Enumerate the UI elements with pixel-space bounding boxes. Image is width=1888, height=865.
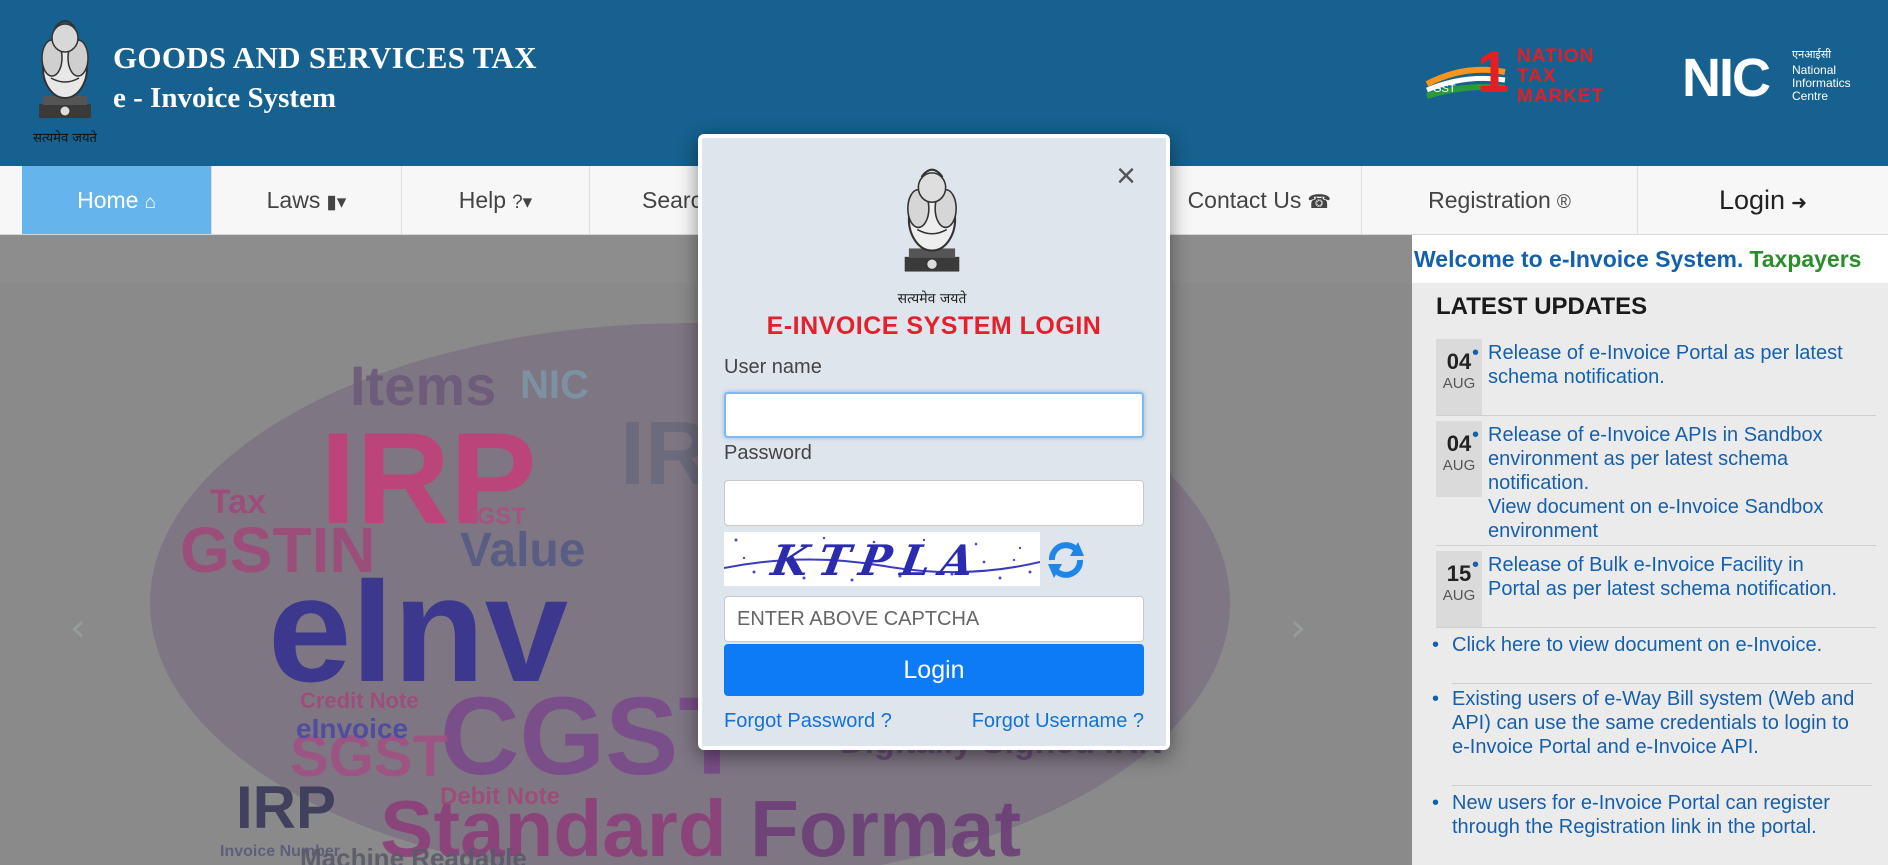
ontm-line1: NATION: [1517, 46, 1594, 67]
cloud-word-tax: Tax: [210, 483, 267, 521]
update-link[interactable]: Release of e-Invoice Portal as per lates…: [1488, 342, 1843, 388]
forgot-password-link[interactable]: Forgot Password ?: [724, 710, 892, 733]
carousel-prev-icon[interactable]: ‹: [70, 605, 86, 651]
ontm-badge: GST: [1433, 83, 1456, 95]
bullet-icon: •: [1472, 342, 1480, 364]
nav-home-label: Home: [77, 187, 139, 213]
login-title: E-INVOICE SYSTEM LOGIN: [766, 312, 1102, 340]
login-modal: × सत्यमेव जयते E-INVOICE SYSTEM LOGIN Us…: [698, 134, 1170, 750]
captcha-input[interactable]: [724, 596, 1144, 642]
update-link[interactable]: Release of Bulk e-Invoice Facility in Po…: [1488, 554, 1837, 600]
ashoka-emblem-icon: [39, 20, 91, 118]
question-dropdown-icon: ?▾: [512, 192, 533, 213]
update-month: AUG: [1442, 375, 1476, 392]
cloud-word-nic: NIC: [520, 363, 589, 407]
emblem-motto: सत्यमेव जयते: [33, 131, 97, 146]
cloud-word-einvoice: eInvoice: [296, 713, 409, 744]
nav-registration-label: Registration: [1428, 187, 1551, 213]
cloud-word-irp-2: IRP: [236, 774, 337, 841]
cloud-word-debit-note: Debit Note: [440, 783, 560, 810]
update-item: 15 AUG • Release of Bulk e-Invoice Facili…: [1436, 547, 1876, 628]
nic-line3: Centre: [1792, 89, 1828, 103]
username-label: User name: [724, 356, 822, 378]
update-item: 04 AUG • Release of e-Invoice Portal as p…: [1436, 335, 1876, 416]
ontm-line3: MARKET: [1517, 86, 1604, 107]
bullet-icon: •: [1472, 424, 1480, 446]
nav-login-label: Login: [1719, 185, 1786, 215]
cloud-word-machine-readable: Machine Readable: [300, 843, 527, 865]
nic-line1: National: [1792, 63, 1836, 77]
update-list-item[interactable]: • New users for e-Invoice Portal can regi…: [1432, 791, 1872, 865]
nav-help[interactable]: Help ?▾: [402, 166, 590, 234]
nav-login[interactable]: Login ➜: [1638, 166, 1888, 234]
nav-registration[interactable]: Registration ®: [1362, 166, 1638, 234]
cloud-word-format: Format: [750, 784, 1022, 865]
latest-updates-title: LATEST UPDATES: [1436, 293, 1648, 320]
update-month: AUG: [1442, 457, 1476, 474]
forgot-username-link[interactable]: Forgot Username ?: [972, 710, 1144, 733]
password-label: Password: [724, 442, 812, 464]
cloud-word-gstin: GSTIN: [180, 514, 376, 586]
nav-laws[interactable]: Laws ▮▾: [212, 166, 402, 234]
site-title: GOODS AND SERVICES TAX: [113, 40, 537, 75]
cloud-word-value: Value: [460, 524, 586, 577]
cloud-word-credit-note: Credit Note: [300, 688, 419, 713]
home-icon: ⌂: [144, 192, 156, 213]
registered-icon: ®: [1556, 192, 1571, 213]
nav-laws-label: Laws: [266, 187, 321, 213]
modal-emblem: सत्यमेव जयते: [872, 152, 992, 308]
update-text[interactable]: • Release of Bulk e-Invoice Facility in P…: [1472, 553, 1848, 601]
bullet-icon: •: [1432, 688, 1440, 710]
bullet-icon: •: [1472, 554, 1480, 576]
close-icon[interactable]: ×: [1110, 159, 1142, 193]
update-list-link[interactable]: New users for e-Invoice Portal can regis…: [1452, 792, 1830, 838]
modal-motto: सत्यमेव जयते: [897, 291, 967, 307]
bullet-icon: •: [1432, 634, 1440, 656]
phone-icon: ☎: [1307, 192, 1331, 213]
nic-line2: Informatics: [1792, 76, 1851, 90]
nav-contact-label: Contact Us: [1187, 187, 1302, 213]
cloud-word-items: Items: [350, 354, 497, 417]
refresh-captcha-icon[interactable]: [1044, 538, 1088, 582]
news-ticker: Welcome to e-Invoice System. Taxpayers: [1412, 235, 1888, 283]
login-button[interactable]: Login: [724, 644, 1144, 696]
ontm-line2: TAX: [1517, 66, 1557, 87]
update-list-item[interactable]: • Existing users of e-Way Bill system (We…: [1432, 687, 1872, 786]
update-link[interactable]: Release of e-Invoice APIs in Sandbox env…: [1488, 424, 1823, 494]
ticker-text-2: Taxpayers: [1749, 246, 1862, 272]
ashoka-emblem-icon: [904, 168, 960, 272]
captcha-text: KTPLA: [767, 536, 988, 585]
update-list-link[interactable]: Existing users of e-Way Bill system (Web…: [1452, 688, 1854, 758]
ticker-text-1: Welcome to e-Invoice System.: [1414, 246, 1744, 272]
nic-mark: NIC: [1682, 48, 1770, 106]
update-text[interactable]: • Release of e-Invoice Portal as per late…: [1472, 341, 1848, 389]
username-input[interactable]: [724, 392, 1144, 438]
update-list-item[interactable]: • Click here to view document on e-Invoic…: [1432, 633, 1872, 684]
bullet-icon: •: [1432, 792, 1440, 814]
latest-updates-panel: LATEST UPDATES 04 AUG • Release of e-Invo…: [1412, 283, 1888, 865]
update-item: 04 AUG • Release of e-Invoice APIs in San…: [1436, 417, 1876, 546]
password-input[interactable]: [724, 480, 1144, 526]
update-text[interactable]: • Release of e-Invoice APIs in Sandbox en…: [1472, 423, 1848, 543]
nic-hindi: एनआईसी: [1792, 48, 1831, 61]
captcha-image: KTPLA: [724, 532, 1040, 586]
update-month: AUG: [1442, 587, 1476, 604]
nav-home[interactable]: Home ⌂: [22, 166, 212, 234]
update-sub-link[interactable]: View document on e-Invoice Sandbox envir…: [1488, 496, 1823, 542]
book-dropdown-icon: ▮▾: [326, 192, 347, 213]
national-emblem: सत्यमेव जयते: [20, 8, 110, 146]
nav-help-label: Help: [458, 187, 507, 213]
ontm-digit: 1: [1477, 44, 1509, 105]
one-nation-tax-market-logo: 1 GST NATION TAX MARKET: [1425, 44, 1604, 107]
update-list-link[interactable]: Click here to view document on e-Invoice…: [1452, 634, 1822, 656]
nic-logo: NIC एनआईसी National Informatics Centre: [1682, 48, 1851, 106]
site-subtitle: e - Invoice System: [113, 82, 337, 114]
carousel-next-icon[interactable]: ›: [1290, 605, 1306, 651]
sign-in-icon: ➜: [1791, 193, 1807, 214]
